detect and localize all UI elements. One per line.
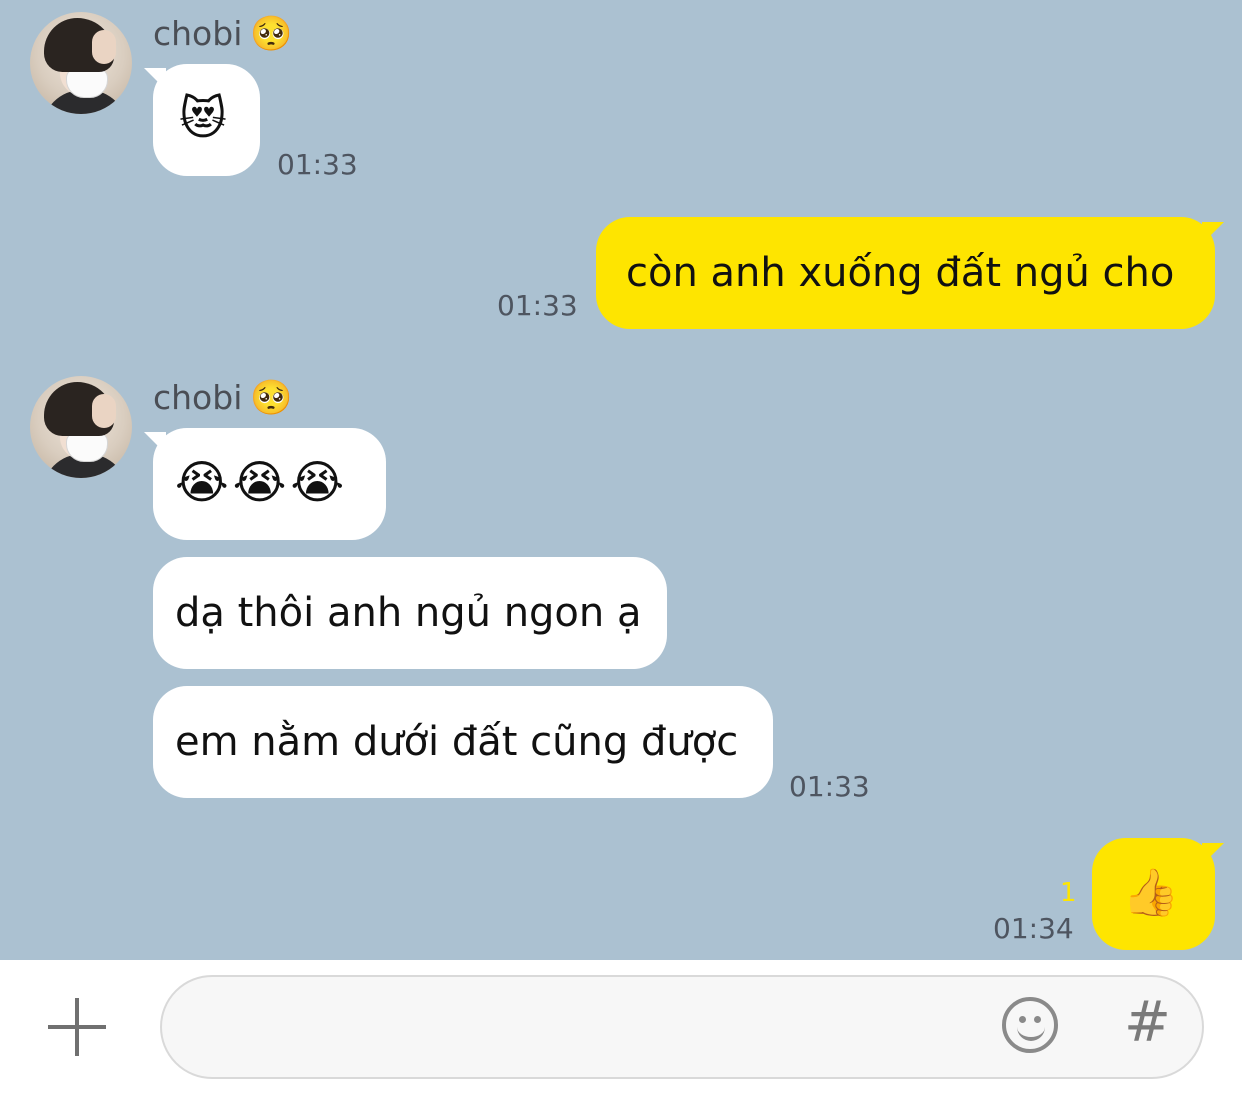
message-time: 01:33	[497, 289, 578, 322]
unread-count: 1	[1060, 878, 1077, 908]
message-input[interactable]	[192, 1001, 996, 1055]
chat-area[interactable]: chobi 🥺 😻 01:33 còn anh xuống đất ngủ cho…	[0, 0, 1242, 960]
sender-name: chobi 🥺	[153, 378, 293, 418]
contact-avatar[interactable]	[30, 12, 132, 114]
message-time: 01:33	[789, 770, 870, 803]
pleading-face-emoji: 🥺	[250, 378, 293, 418]
sender-name-text: chobi	[153, 14, 243, 53]
crying-face-emojis: 😭😭😭	[175, 455, 349, 509]
message-bubble-outgoing[interactable]: còn anh xuống đất ngủ cho	[596, 217, 1215, 329]
message-bubble-incoming[interactable]: 😭😭😭	[153, 428, 386, 540]
message-composer: #	[0, 960, 1242, 1108]
message-bubble-incoming[interactable]: dạ thôi anh ngủ ngon ạ	[153, 557, 667, 669]
thumbs-up-emoji: 👍	[1122, 865, 1180, 919]
pleading-face-emoji: 🥺	[250, 14, 293, 54]
plus-icon[interactable]	[48, 998, 106, 1056]
sender-name: chobi 🥺	[153, 14, 293, 54]
message-text: dạ thôi anh ngủ ngon ạ	[175, 590, 642, 636]
message-bubble-outgoing[interactable]: 👍	[1092, 838, 1215, 950]
message-bubble-incoming[interactable]: em nằm dưới đất cũng được	[153, 686, 773, 798]
sender-name-text: chobi	[153, 378, 243, 417]
emoji-icon[interactable]	[1002, 997, 1058, 1053]
message-text: còn anh xuống đất ngủ cho	[626, 250, 1175, 296]
message-time: 01:33	[277, 148, 358, 181]
heart-eyes-cat-emoji: 😻	[179, 91, 227, 145]
contact-avatar[interactable]	[30, 376, 132, 478]
hashtag-search-button[interactable]: #	[1124, 991, 1171, 1055]
message-bubble-incoming[interactable]: 😻	[153, 64, 260, 176]
bubble-tail	[1202, 843, 1224, 865]
message-input-box[interactable]: #	[160, 975, 1204, 1079]
message-time: 01:34	[993, 912, 1074, 945]
bubble-tail	[1202, 222, 1224, 244]
message-text: em nằm dưới đất cũng được	[175, 719, 739, 765]
